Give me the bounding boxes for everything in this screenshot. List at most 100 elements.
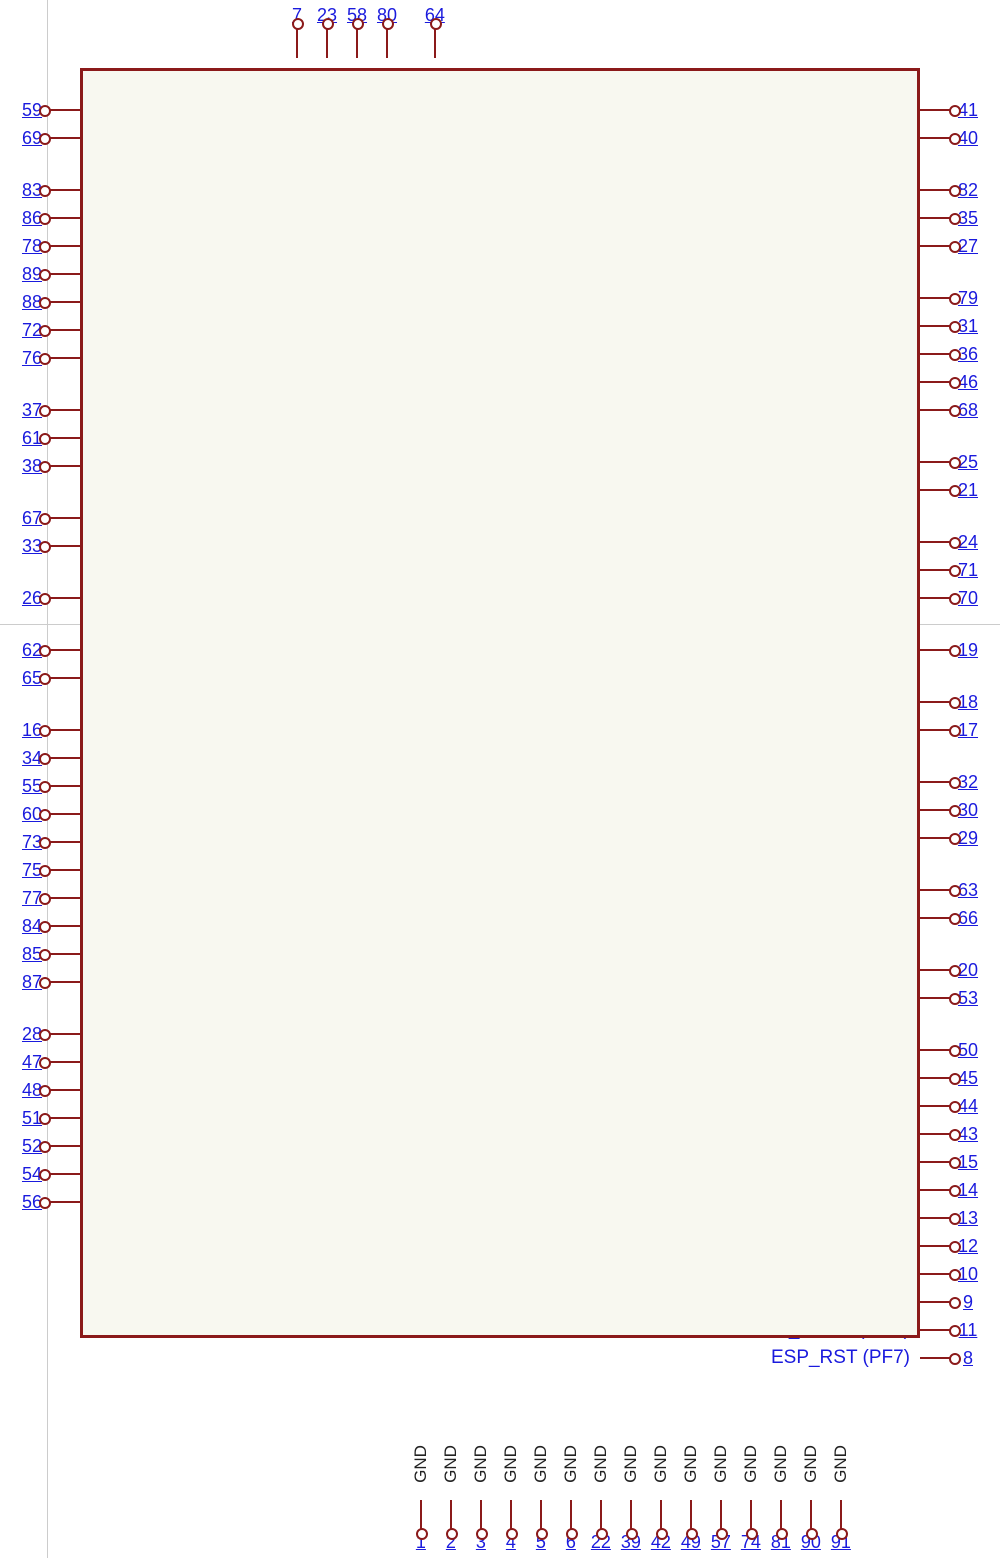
pin-wire [920, 353, 951, 355]
pin-wire [434, 28, 436, 58]
pin-wire [49, 1201, 80, 1203]
pin-wire [690, 1500, 692, 1530]
pin-wire [920, 1189, 951, 1191]
pin-label: GND [831, 1445, 851, 1483]
pin-wire [660, 1500, 662, 1530]
pin-wire [920, 969, 951, 971]
pin-label: GND [741, 1445, 761, 1483]
pin-label: GND [681, 1445, 701, 1483]
pin-wire [720, 1500, 722, 1530]
pin-wire [920, 1329, 951, 1331]
pin-label: GND [411, 1445, 431, 1483]
pin-wire [49, 841, 80, 843]
pin-label: GND [471, 1445, 491, 1483]
pin-wire [920, 1217, 951, 1219]
pin-wire [49, 517, 80, 519]
pin-wire [326, 28, 328, 58]
pin-wire [570, 1500, 572, 1530]
pin-label: GND [591, 1445, 611, 1483]
pin-wire [49, 813, 80, 815]
pin-esp-rst-pf7-: 8 ESP_RST (PF7) [761, 1344, 985, 1372]
pin-wire [49, 1117, 80, 1119]
pin-wire [600, 1500, 602, 1530]
pin-label: GND [771, 1445, 791, 1483]
pin-wire [49, 897, 80, 899]
pin-label: GND [711, 1445, 731, 1483]
pin-wire [49, 953, 80, 955]
pin-wire [296, 28, 298, 58]
pin-wire [356, 28, 358, 58]
chip-body [80, 68, 920, 1338]
pin-wire [920, 1245, 951, 1247]
pin-wire [920, 541, 951, 543]
pin-wire [920, 729, 951, 731]
pin-label: GND [531, 1445, 551, 1483]
pin-label: GND [561, 1445, 581, 1483]
pin-wire [49, 545, 80, 547]
pin-wire [750, 1500, 752, 1530]
pin-wire [810, 1500, 812, 1530]
pin-wire [49, 1061, 80, 1063]
pin-wire [49, 981, 80, 983]
pin-wire [49, 925, 80, 927]
pin-wire [920, 189, 951, 191]
pin-wire [49, 357, 80, 359]
pin-wire [920, 1049, 951, 1051]
pin-wire [920, 1133, 951, 1135]
pin-wire [920, 297, 951, 299]
pin-wire [920, 217, 951, 219]
pin-wire [920, 245, 951, 247]
pin-wire [49, 329, 80, 331]
pin-label: GND [801, 1445, 821, 1483]
pin-wire [920, 1161, 951, 1163]
pin-wire [630, 1500, 632, 1530]
pin-wire [920, 889, 951, 891]
pin-wire [480, 1500, 482, 1530]
pin-wire [920, 109, 951, 111]
pin-wire [49, 465, 80, 467]
pin-wire [49, 869, 80, 871]
pin-wire [780, 1500, 782, 1530]
pin-wire [920, 837, 951, 839]
pin-wire [49, 109, 80, 111]
pin-wire [49, 1033, 80, 1035]
pin-wire [49, 217, 80, 219]
pin-wire [49, 301, 80, 303]
pin-wire [920, 489, 951, 491]
pin-wire [920, 701, 951, 703]
pin-label: GND [501, 1445, 521, 1483]
pin-wire [49, 1173, 80, 1175]
pin-wire [920, 649, 951, 651]
bottom-pin-gnd-91: 91 GND [822, 1454, 860, 1553]
pin-wire [840, 1500, 842, 1530]
pin-wire [49, 437, 80, 439]
pin-wire [540, 1500, 542, 1530]
pin-wire [920, 809, 951, 811]
pin-wire [920, 325, 951, 327]
pin-wire [920, 781, 951, 783]
pin-wire [920, 1105, 951, 1107]
pin-wire [920, 1357, 951, 1359]
pin-wire [49, 729, 80, 731]
pin-wire [510, 1500, 512, 1530]
pin-wire [920, 569, 951, 571]
pin-wire [920, 917, 951, 919]
pin-label: GND [621, 1445, 641, 1483]
pin-wire [920, 381, 951, 383]
pin-wire [920, 997, 951, 999]
pin-wire [49, 1089, 80, 1091]
pin-wire [49, 245, 80, 247]
pin-wire [420, 1500, 422, 1530]
pin-wire [49, 1145, 80, 1147]
pin-wire [49, 649, 80, 651]
pin-wire [920, 597, 951, 599]
pin-label: ESP_RST (PF7) [761, 1347, 920, 1369]
pin-wire [920, 409, 951, 411]
pin-wire [49, 597, 80, 599]
pin-label: GND [441, 1445, 461, 1483]
pin-wire [49, 137, 80, 139]
pin-wire [49, 785, 80, 787]
pin-wire [920, 1301, 951, 1303]
pin-wire [49, 273, 80, 275]
pin-label: GND [651, 1445, 671, 1483]
